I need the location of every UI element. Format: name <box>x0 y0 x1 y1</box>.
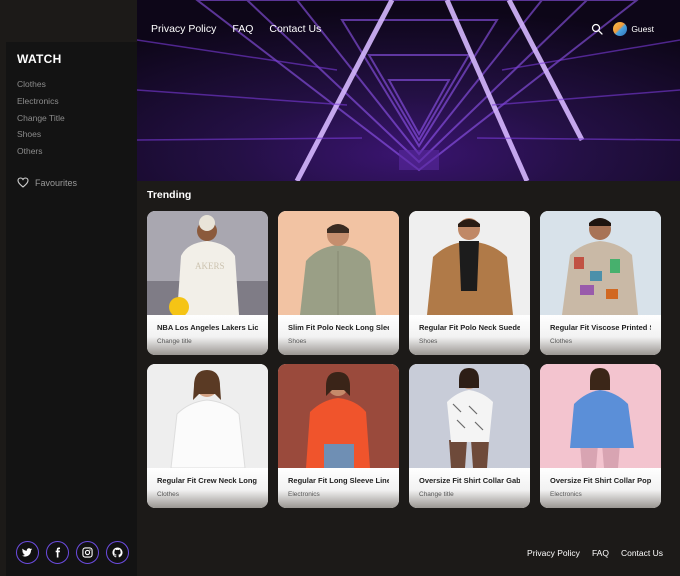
product-title: Oversize Fit Shirt Collar Poplin <box>550 476 651 485</box>
product-title: Regular Fit Long Sleeve Linen <box>288 476 389 485</box>
heart-icon <box>17 177 29 188</box>
product-card[interactable]: Regular Fit Viscose Printed Sh Clothes <box>540 211 661 355</box>
product-info: Oversize Fit Shirt Collar Poplin Electro… <box>540 468 661 508</box>
product-card[interactable]: AKERS NBA Los Angeles Lakers Licen Chang… <box>147 211 268 355</box>
product-category: Change title <box>157 338 192 345</box>
sidebar-item-clothes[interactable]: Clothes <box>17 76 65 93</box>
product-category: Shoes <box>419 338 438 345</box>
nav-contact-us[interactable]: Contact Us <box>269 23 321 35</box>
product-image <box>278 211 399 315</box>
product-info: Oversize Fit Shirt Collar Gabar Change t… <box>409 468 530 508</box>
product-category: Clothes <box>550 338 573 345</box>
twitter-icon <box>22 548 33 557</box>
social-links <box>16 541 129 564</box>
nav-faq[interactable]: FAQ <box>232 23 253 35</box>
main-content: Trending AKERS NBA Los Angeles Lakers Li… <box>137 181 680 536</box>
user-name: Guest <box>631 24 654 34</box>
product-category: Electronics <box>550 491 582 498</box>
product-card[interactable]: Oversize Fit Shirt Collar Poplin Electro… <box>540 364 661 508</box>
instagram-icon <box>82 547 93 558</box>
top-nav: Privacy Policy FAQ Contact Us <box>151 23 321 35</box>
product-card[interactable]: Regular Fit Crew Neck Long Sl Clothes <box>147 364 268 508</box>
product-title: Regular Fit Polo Neck Suede Lo <box>419 323 520 332</box>
top-left-strip <box>0 0 137 42</box>
product-grid: AKERS NBA Los Angeles Lakers Licen Chang… <box>147 211 661 508</box>
svg-text:AKERS: AKERS <box>195 261 225 271</box>
product-info: Slim Fit Polo Neck Long Sleeve Shoes <box>278 315 399 355</box>
facebook-icon <box>55 547 61 558</box>
github-link[interactable] <box>106 541 129 564</box>
product-image <box>147 364 268 468</box>
product-category: Change title <box>419 491 454 498</box>
product-category: Shoes <box>288 338 307 345</box>
footer-links: Privacy Policy FAQ Contact Us <box>527 548 663 558</box>
favourites-link[interactable]: Favourites <box>17 177 77 188</box>
product-title: Oversize Fit Shirt Collar Gabar <box>419 476 520 485</box>
section-title-trending: Trending <box>147 189 192 201</box>
product-image <box>409 364 530 468</box>
footer-faq[interactable]: FAQ <box>592 548 609 558</box>
product-category: Electronics <box>288 491 320 498</box>
product-title: Regular Fit Viscose Printed Sh <box>550 323 651 332</box>
avatar <box>613 22 628 36</box>
product-image <box>409 211 530 315</box>
sidebar-item-others[interactable]: Others <box>17 143 65 160</box>
sidebar-item-shoes[interactable]: Shoes <box>17 126 65 143</box>
sidebar-item-change-title[interactable]: Change Title <box>17 110 65 127</box>
product-info: Regular Fit Polo Neck Suede Lo Shoes <box>409 315 530 355</box>
product-image <box>540 364 661 468</box>
category-list: Clothes Electronics Change Title Shoes O… <box>17 76 65 160</box>
user-menu[interactable]: Guest <box>613 22 654 36</box>
product-image: AKERS <box>147 211 268 315</box>
product-title: Regular Fit Crew Neck Long Sl <box>157 476 258 485</box>
product-image <box>278 364 399 468</box>
product-info: Regular Fit Viscose Printed Sh Clothes <box>540 315 661 355</box>
facebook-link[interactable] <box>46 541 69 564</box>
product-info: Regular Fit Crew Neck Long Sl Clothes <box>147 468 268 508</box>
product-card[interactable]: Oversize Fit Shirt Collar Gabar Change t… <box>409 364 530 508</box>
product-info: Regular Fit Long Sleeve Linen Electronic… <box>278 468 399 508</box>
header-actions: Guest <box>591 22 654 36</box>
product-info: NBA Los Angeles Lakers Licen Change titl… <box>147 315 268 355</box>
brand-logo[interactable]: WATCH <box>17 52 62 66</box>
product-image <box>540 211 661 315</box>
product-title: Slim Fit Polo Neck Long Sleeve <box>288 323 389 332</box>
product-card[interactable]: Regular Fit Long Sleeve Linen Electronic… <box>278 364 399 508</box>
favourites-label: Favourites <box>35 177 78 188</box>
sidebar: WATCH Clothes Electronics Change Title S… <box>6 42 137 576</box>
search-icon[interactable] <box>591 23 603 35</box>
sidebar-item-electronics[interactable]: Electronics <box>17 93 65 110</box>
hero-banner: Privacy Policy FAQ Contact Us Guest <box>137 0 680 181</box>
github-icon <box>112 547 123 558</box>
product-card[interactable]: Regular Fit Polo Neck Suede Lo Shoes <box>409 211 530 355</box>
instagram-link[interactable] <box>76 541 99 564</box>
product-title: NBA Los Angeles Lakers Licen <box>157 323 258 332</box>
twitter-link[interactable] <box>16 541 39 564</box>
footer-privacy-policy[interactable]: Privacy Policy <box>527 548 580 558</box>
nav-privacy-policy[interactable]: Privacy Policy <box>151 23 216 35</box>
product-card[interactable]: Slim Fit Polo Neck Long Sleeve Shoes <box>278 211 399 355</box>
footer-contact-us[interactable]: Contact Us <box>621 548 663 558</box>
product-category: Clothes <box>157 491 180 498</box>
